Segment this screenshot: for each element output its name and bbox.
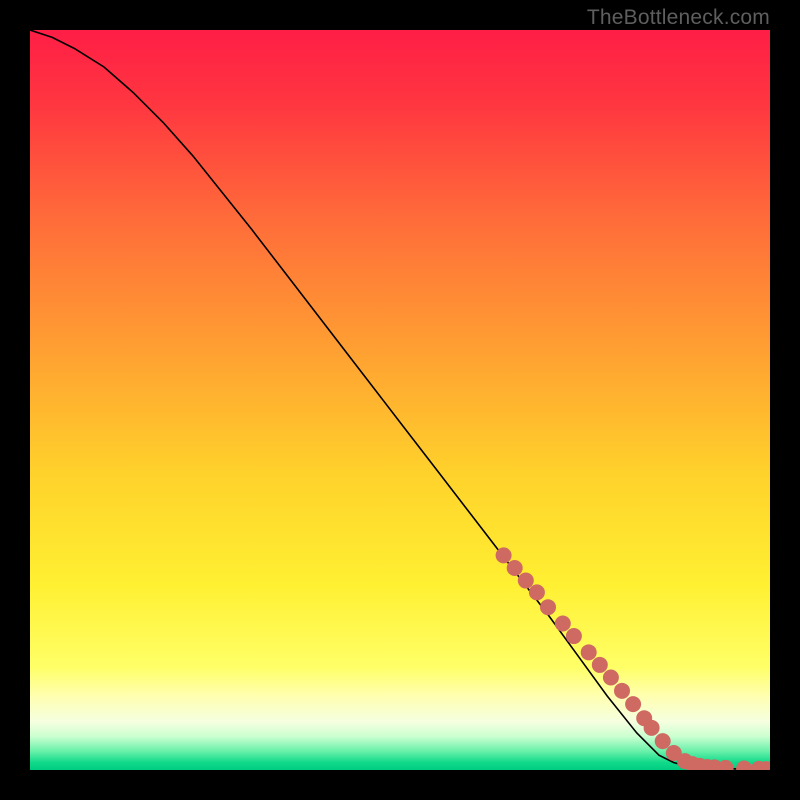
data-point [615,683,630,698]
data-point [555,616,570,631]
data-point [518,573,533,588]
data-point [566,629,581,644]
data-point [507,560,522,575]
data-point [626,697,641,712]
chart-stage: TheBottleneck.com [0,0,800,800]
data-point [718,760,733,770]
data-point [496,548,511,563]
data-point [644,720,659,735]
watermark-text: TheBottleneck.com [587,6,770,30]
bottleneck-curve [30,30,770,769]
data-point [529,585,544,600]
data-point [592,657,607,672]
data-point [655,734,670,749]
chart-overlay [30,30,770,770]
data-point [603,670,618,685]
plot-area [30,30,770,770]
data-point [737,761,752,770]
data-point [541,600,556,615]
highlighted-points [496,548,770,770]
data-point [581,645,596,660]
